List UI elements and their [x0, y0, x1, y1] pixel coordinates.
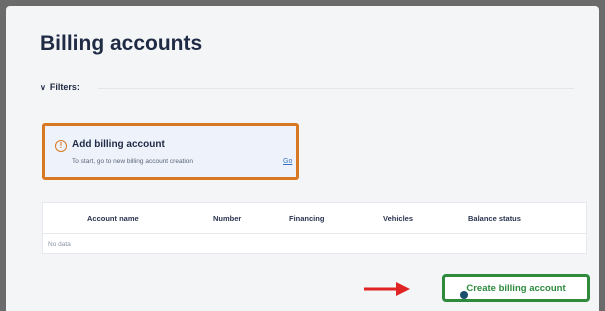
page-frame: Billing accounts ∨ Filters: ! Add billin… — [6, 6, 599, 311]
go-link[interactable]: Go — [283, 158, 292, 165]
red-arrow-icon — [364, 282, 410, 296]
chevron-down-icon: ∨ — [40, 82, 46, 92]
notice-title: Add billing account — [72, 139, 165, 150]
table-header: Account name Number Financing Vehicles B… — [43, 203, 586, 234]
empty-table-message: No data — [48, 241, 71, 248]
create-billing-account-label: Create billing account — [466, 282, 566, 294]
info-icon: ! — [55, 140, 67, 152]
column-header-account-name[interactable]: Account name — [87, 214, 139, 223]
add-billing-account-notice: ! Add billing account To start, go to ne… — [42, 123, 299, 180]
billing-accounts-table: Account name Number Financing Vehicles B… — [42, 202, 587, 254]
filters-toggle[interactable]: ∨ Filters: — [40, 82, 80, 92]
column-header-number[interactable]: Number — [213, 214, 241, 223]
column-header-financing[interactable]: Financing — [289, 214, 324, 223]
column-header-vehicles[interactable]: Vehicles — [383, 214, 413, 223]
filters-divider — [98, 88, 574, 89]
column-header-balance-status[interactable]: Balance status — [468, 214, 521, 223]
notice-text: To start, go to new billing account crea… — [72, 158, 194, 165]
page-title: Billing accounts — [40, 32, 203, 55]
filters-label: Filters: — [49, 82, 80, 92]
cursor-icon — [460, 291, 468, 299]
